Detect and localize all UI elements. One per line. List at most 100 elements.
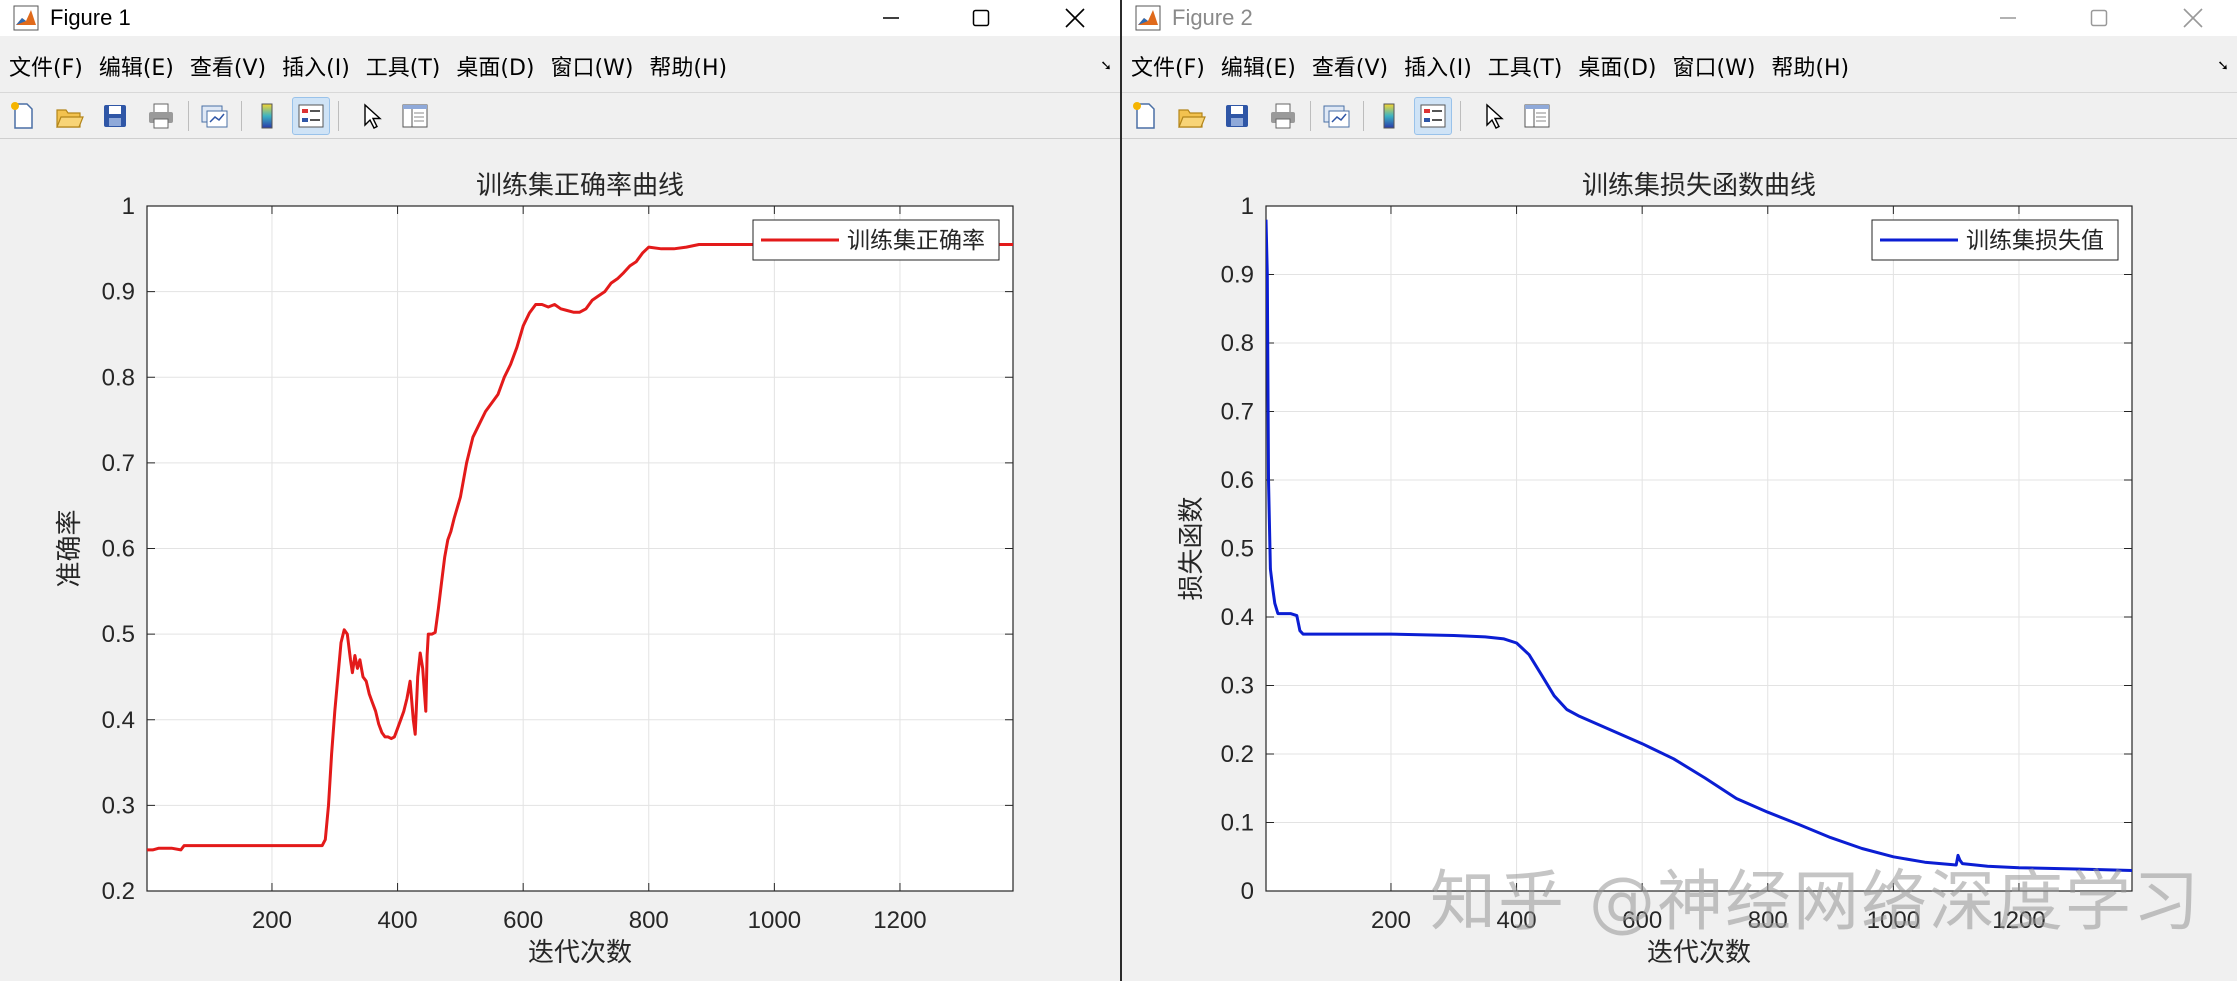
- toolbar: [1122, 92, 2237, 139]
- edit-plot-icon: [364, 103, 382, 129]
- y-tick-label: 0.9: [1221, 262, 1254, 289]
- menu-view[interactable]: 查看(V): [190, 53, 266, 85]
- y-tick-label: 0: [1241, 878, 1254, 905]
- property-editor-button[interactable]: [396, 97, 434, 135]
- new-figure-icon: [1133, 102, 1155, 129]
- toolbar-separator: [188, 101, 189, 131]
- edit-plot-button[interactable]: [1474, 97, 1512, 135]
- print-icon: [149, 103, 173, 129]
- y-tick-label: 0.3: [1221, 673, 1254, 700]
- y-tick-label: 0.8: [102, 364, 135, 391]
- y-tick-label: 1: [1241, 193, 1254, 220]
- save-button[interactable]: [1218, 97, 1256, 135]
- legend-icon: [1420, 104, 1446, 128]
- x-axis-label: 迭代次数: [528, 938, 632, 968]
- open-file-button[interactable]: [1172, 97, 1210, 135]
- maximize-icon: [972, 9, 990, 27]
- figure-area: 200 400 600 800 1000 1200 0.2 0.3 0.4 0.5 0.6 0.7 0.…: [0, 140, 1120, 981]
- toolbar-separator: [1363, 101, 1364, 131]
- menu-tools[interactable]: 工具(T): [366, 53, 441, 85]
- y-tick-label: 0.6: [102, 536, 135, 563]
- minimize-button[interactable]: [860, 0, 922, 36]
- menu-window[interactable]: 窗口(W): [1673, 53, 1756, 85]
- menu-tools[interactable]: 工具(T): [1488, 53, 1563, 85]
- new-figure-icon: [11, 102, 33, 129]
- y-tick-label: 0.7: [102, 450, 135, 477]
- close-icon: [1065, 8, 1085, 28]
- y-tick-label: 0.5: [102, 621, 135, 648]
- menu-bar: 文件(F) 编辑(E) 查看(V) 插入(I) 工具(T) 桌面(D) 窗口(W…: [0, 48, 1120, 90]
- y-tick-label: 0.2: [102, 878, 135, 905]
- y-tick-label: 0.5: [1221, 536, 1254, 563]
- legend-button[interactable]: [1414, 97, 1452, 135]
- x-tick-label: 800: [629, 907, 669, 934]
- colorbar-icon: [261, 103, 273, 129]
- close-button[interactable]: [2162, 0, 2224, 36]
- menu-help[interactable]: 帮助(H): [1771, 53, 1849, 85]
- menu-view[interactable]: 查看(V): [1312, 53, 1388, 85]
- open-file-button[interactable]: [50, 97, 88, 135]
- y-tick-label: 0.9: [102, 279, 135, 306]
- colorbar-button[interactable]: [248, 97, 286, 135]
- title-bar[interactable]: Figure 1: [0, 0, 1120, 36]
- x-tick-label: 1000: [748, 907, 801, 934]
- x-tick-label: 1200: [873, 907, 926, 934]
- maximize-button[interactable]: [2068, 0, 2130, 36]
- menu-insert[interactable]: 插入(I): [282, 53, 350, 85]
- print-icon: [1271, 103, 1295, 129]
- menu-file[interactable]: 文件(F): [9, 53, 83, 85]
- window-title: Figure 1: [50, 5, 131, 30]
- y-tick-label: 0.8: [1221, 330, 1254, 357]
- menu-help[interactable]: 帮助(H): [649, 53, 727, 85]
- y-axis-label: 准确率: [55, 509, 85, 587]
- legend: 训练集损失值: [1871, 219, 2119, 261]
- minimize-icon: [2000, 17, 2016, 19]
- menu-edit[interactable]: 编辑(E): [99, 53, 174, 85]
- print-button[interactable]: [142, 97, 180, 135]
- print-button[interactable]: [1264, 97, 1302, 135]
- menu-file[interactable]: 文件(F): [1131, 53, 1205, 85]
- close-icon: [2183, 8, 2203, 28]
- property-editor-button[interactable]: [1518, 97, 1556, 135]
- new-figure-button[interactable]: [1126, 97, 1164, 135]
- edit-plot-button[interactable]: [352, 97, 390, 135]
- watermark: 知乎 @神经网络深度学习: [1430, 863, 2201, 940]
- edit-plot-icon: [1486, 103, 1504, 129]
- chart-title: 训练集正确率曲线: [476, 171, 684, 201]
- toolbar: [0, 92, 1120, 139]
- matlab-icon: [13, 5, 39, 31]
- toolbar-separator: [1460, 101, 1461, 131]
- accuracy-chart[interactable]: 200 400 600 800 1000 1200 0.2 0.3 0.4 0.5 0.6 0.7 0.…: [0, 140, 1120, 981]
- menu-desktop[interactable]: 桌面(D): [1578, 53, 1656, 85]
- menu-insert[interactable]: 插入(I): [1404, 53, 1472, 85]
- save-icon: [1226, 105, 1248, 127]
- y-tick-label: 0.7: [1221, 399, 1254, 426]
- dock-arrow-icon[interactable]: ➘: [1100, 58, 1112, 74]
- new-figure-button[interactable]: [4, 97, 42, 135]
- save-button[interactable]: [96, 97, 134, 135]
- link-plot-button[interactable]: [1317, 97, 1355, 135]
- y-tick-label: 0.4: [102, 707, 135, 734]
- colorbar-button[interactable]: [1370, 97, 1408, 135]
- legend-label: 训练集正确率: [847, 228, 985, 254]
- chart-title: 训练集损失函数曲线: [1582, 171, 1816, 201]
- link-plot-icon: [1323, 105, 1350, 128]
- legend-button[interactable]: [292, 97, 330, 135]
- legend-label: 训练集损失值: [1966, 228, 2104, 254]
- close-button[interactable]: [1044, 0, 1106, 36]
- menu-bar: 文件(F) 编辑(E) 查看(V) 插入(I) 工具(T) 桌面(D) 窗口(W…: [1122, 48, 2237, 90]
- minimize-button[interactable]: [1977, 0, 2039, 36]
- legend: 训练集正确率: [752, 219, 1000, 261]
- x-tick-label: 200: [252, 907, 292, 934]
- save-icon: [104, 105, 126, 127]
- maximize-button[interactable]: [950, 0, 1012, 36]
- y-tick-label: 0.3: [102, 792, 135, 819]
- menu-edit[interactable]: 编辑(E): [1221, 53, 1296, 85]
- open-file-icon: [1178, 109, 1206, 128]
- menu-window[interactable]: 窗口(W): [551, 53, 634, 85]
- title-bar[interactable]: Figure 2: [1122, 0, 2237, 36]
- dock-arrow-icon[interactable]: ➘: [2217, 58, 2229, 74]
- y-tick-label: 0.6: [1221, 467, 1254, 494]
- link-plot-button[interactable]: [195, 97, 233, 135]
- menu-desktop[interactable]: 桌面(D): [456, 53, 534, 85]
